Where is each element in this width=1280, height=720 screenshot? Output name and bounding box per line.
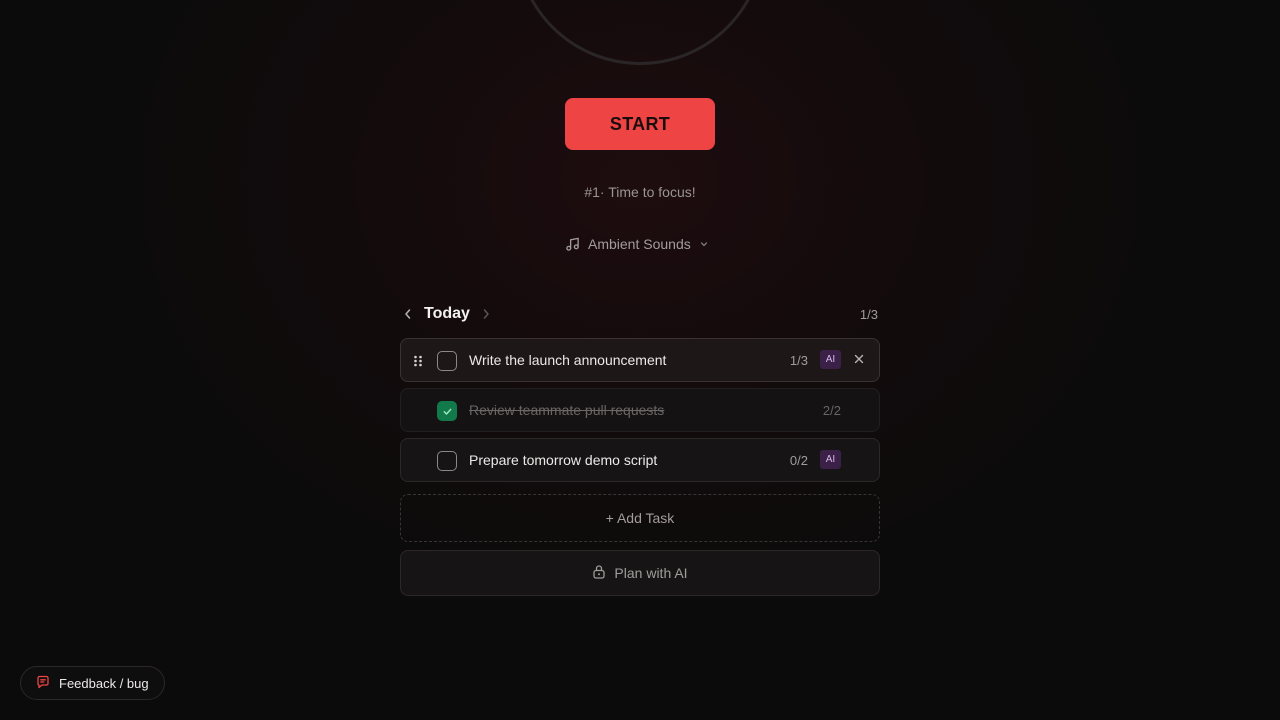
task-checkbox[interactable] xyxy=(437,451,457,471)
feedback-button[interactable]: Feedback / bug xyxy=(20,666,165,700)
plan-with-ai-button[interactable]: Plan with AI xyxy=(400,550,880,596)
session-label: #1· Time to focus! xyxy=(584,184,696,200)
task-pomodoro-count: 0/2 xyxy=(789,453,808,468)
day-header: Today 1/3 xyxy=(400,300,880,328)
task-checkbox[interactable] xyxy=(437,351,457,371)
task-list: Write the launch announcement 1/3 AI Rev… xyxy=(400,338,880,482)
task-title: Prepare tomorrow demo script xyxy=(469,452,658,468)
add-task-button[interactable]: + Add Task xyxy=(400,494,880,542)
task-item[interactable]: Review teammate pull requests 2/2 xyxy=(400,388,880,432)
task-pomodoro-count: 2/2 xyxy=(822,403,841,418)
tasks-panel: Today 1/3 Write the launch announcement … xyxy=(400,300,880,596)
drag-handle-icon[interactable] xyxy=(413,354,423,368)
task-title: Review teammate pull requests xyxy=(469,402,665,418)
music-note-icon xyxy=(565,237,580,252)
task-title: Write the launch announcement xyxy=(469,352,667,368)
tasks-progress: 1/3 xyxy=(859,306,878,322)
task-item[interactable]: Write the launch announcement 1/3 AI xyxy=(400,338,880,382)
day-title: Today xyxy=(424,305,470,322)
ambient-sounds-label: Ambient Sounds xyxy=(588,236,691,252)
task-pomodoro-count: 1/3 xyxy=(789,353,808,368)
chevron-down-icon xyxy=(699,239,709,249)
feedback-label: Feedback / bug xyxy=(59,675,149,691)
task-item[interactable]: Prepare tomorrow demo script 0/2 AI xyxy=(400,438,880,482)
message-icon xyxy=(36,675,50,692)
timer-ring xyxy=(515,0,765,65)
ai-badge[interactable]: AI xyxy=(820,450,841,469)
ambient-sounds-dropdown[interactable]: Ambient Sounds xyxy=(565,234,709,254)
task-checkbox-checked[interactable] xyxy=(437,401,457,421)
prev-day-button[interactable] xyxy=(400,306,416,322)
chevron-right-icon xyxy=(483,309,489,319)
chevron-left-icon xyxy=(405,309,411,319)
ai-badge[interactable]: AI xyxy=(820,350,841,369)
lock-icon xyxy=(592,564,606,582)
plan-with-ai-label: Plan with AI xyxy=(614,565,688,581)
check-icon xyxy=(443,408,451,415)
close-icon[interactable] xyxy=(853,352,865,364)
start-button[interactable]: START xyxy=(565,98,715,150)
next-day-button[interactable] xyxy=(478,306,494,322)
